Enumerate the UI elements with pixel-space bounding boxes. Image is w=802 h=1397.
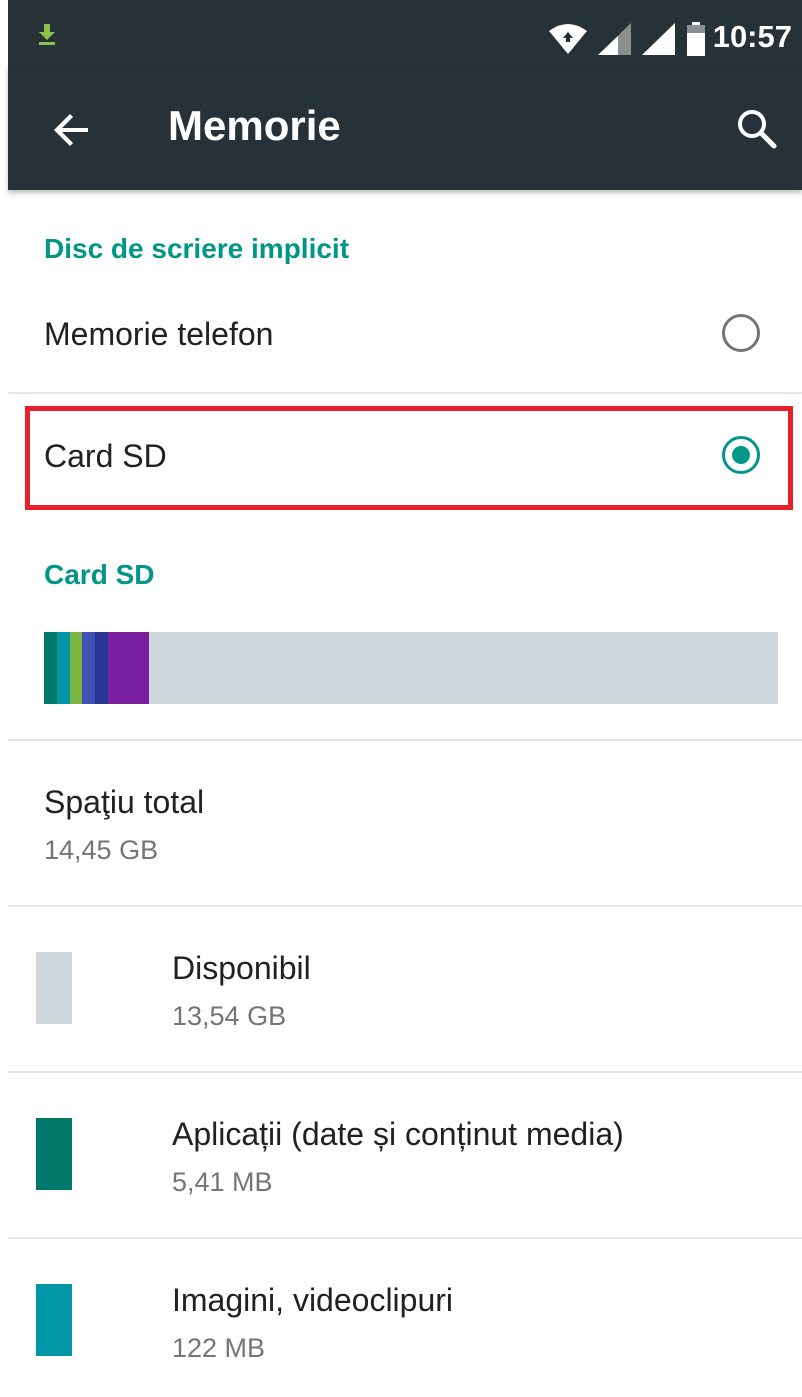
status-bar: 10:57	[8, 0, 802, 66]
option-phone-memory-label: Memorie telefon	[44, 316, 274, 352]
storage-item-value: 5,41 MB	[172, 1167, 273, 1197]
storage-item-value: 122 MB	[172, 1333, 266, 1363]
page-title: Memorie	[168, 102, 341, 149]
storage-item-title: Aplicații (date și conținut media)	[172, 1116, 624, 1152]
storage-bar-segment	[82, 632, 95, 704]
storage-item-title: Imagini, videoclipuri	[172, 1282, 454, 1318]
divider	[8, 1071, 802, 1073]
storage-item-value: 13,54 GB	[172, 1001, 287, 1031]
total-space-value: 14,45 GB	[44, 835, 159, 865]
download-icon	[39, 24, 55, 45]
signal-icon-1	[598, 23, 631, 55]
section-header-default-disk: Disc de scriere implicit	[44, 233, 350, 264]
storage-bar-segment	[70, 632, 82, 704]
color-swatch	[36, 1284, 72, 1356]
divider	[8, 1237, 802, 1239]
signal-icon-2	[642, 23, 675, 55]
radio-phone-memory[interactable]	[722, 314, 760, 352]
storage-item-title: Disponibil	[172, 950, 311, 986]
divider	[8, 392, 802, 394]
search-button[interactable]	[732, 104, 780, 152]
storage-usage-bar	[44, 632, 778, 704]
wifi-icon	[549, 24, 587, 54]
color-swatch	[36, 952, 72, 1024]
color-swatch	[36, 1118, 72, 1190]
divider	[8, 905, 802, 907]
app-bar: Memorie	[8, 66, 802, 190]
highlight-box	[25, 406, 793, 510]
status-icons	[548, 22, 706, 56]
battery-icon	[687, 22, 705, 56]
storage-bar-segment	[44, 632, 57, 704]
divider	[8, 739, 802, 741]
total-space-title: Spaţiu total	[44, 784, 205, 820]
back-arrow-icon	[54, 114, 88, 146]
back-button[interactable]	[48, 106, 96, 154]
storage-bar-segment	[95, 632, 108, 704]
clock: 10:57	[712, 19, 792, 54]
storage-bar-segment	[108, 632, 149, 704]
storage-bar-segment	[57, 632, 70, 704]
section-header-card-sd: Card SD	[44, 559, 155, 590]
search-icon	[738, 110, 777, 149]
